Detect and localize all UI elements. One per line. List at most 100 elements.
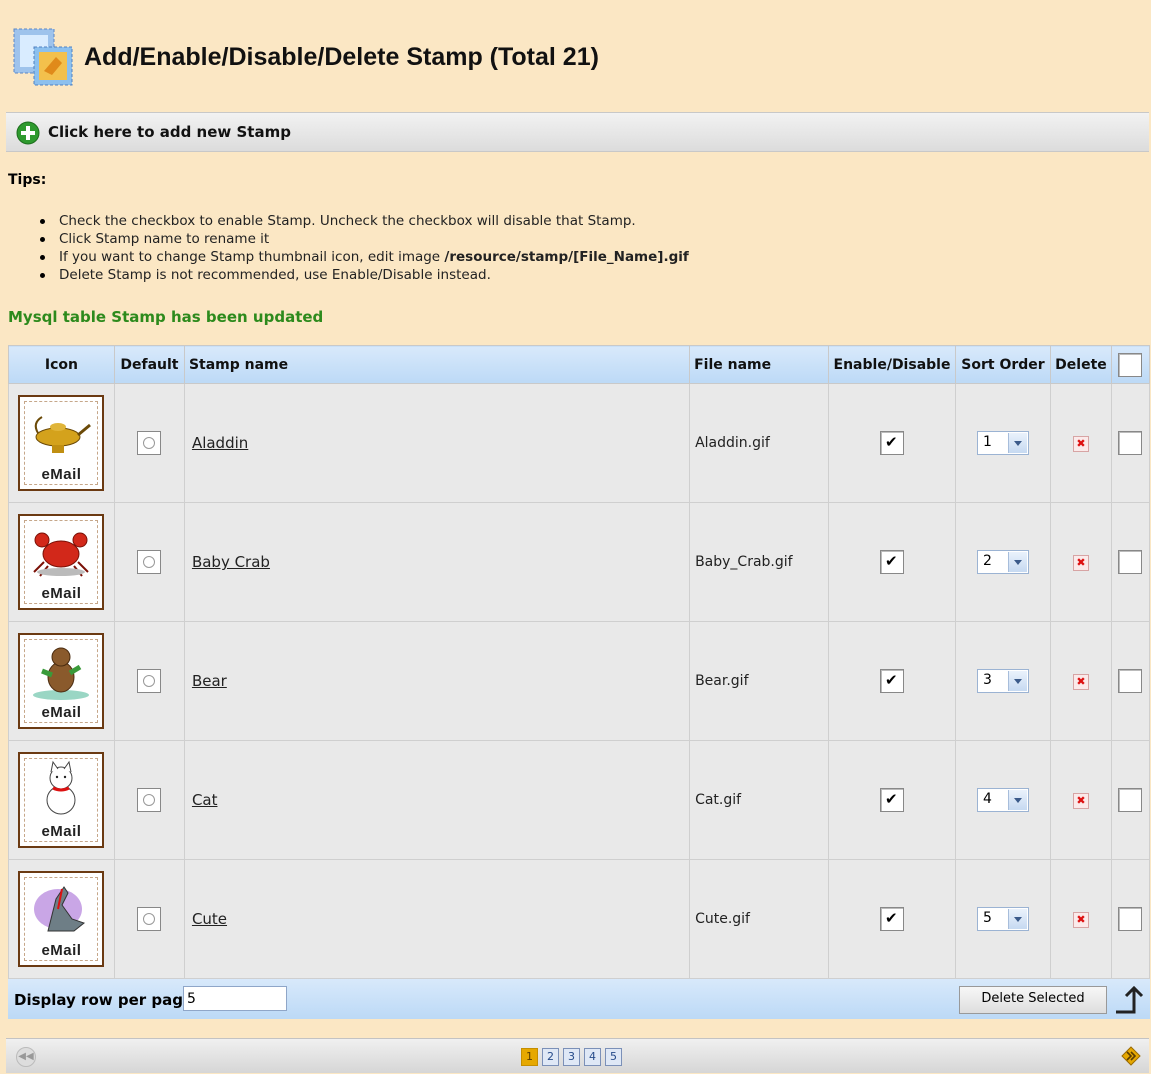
- rows-per-page-input[interactable]: [183, 986, 287, 1011]
- page-header: Add/Enable/Disable/Delete Stamp (Total 2…: [6, 5, 1151, 111]
- delete-cell: ✖: [1049, 383, 1112, 503]
- default-cell: [113, 621, 185, 741]
- row-select-checkbox[interactable]: [1118, 907, 1143, 931]
- tip-item: Check the checkbox to enable Stamp. Unch…: [34, 212, 689, 230]
- stamp-name-link[interactable]: Bear: [192, 672, 227, 690]
- file-name-cell: Baby_Crab.gif: [689, 502, 829, 622]
- default-radio[interactable]: [137, 431, 162, 455]
- col-header-default: Default: [113, 345, 185, 384]
- row-select-checkbox[interactable]: [1118, 431, 1143, 455]
- col-header-file-name: File name: [689, 345, 829, 384]
- enable-checkbox[interactable]: ✔: [879, 788, 904, 812]
- select-all-checkbox[interactable]: [1110, 345, 1151, 384]
- delete-icon[interactable]: ✖: [1072, 554, 1089, 571]
- enable-checkbox[interactable]: ✔: [879, 907, 904, 931]
- page-4-button[interactable]: 4: [584, 1048, 601, 1066]
- stamp-thumbnail: eMail: [18, 752, 105, 848]
- chevron-down-icon: [1007, 790, 1027, 810]
- first-page-icon[interactable]: ◀◀: [16, 1047, 36, 1067]
- checkbox[interactable]: [1118, 352, 1143, 377]
- stamp-icon-cell: eMail: [8, 383, 115, 503]
- enable-cell: ✔: [828, 502, 956, 622]
- status-message: Mysql table Stamp has been updated: [8, 308, 324, 326]
- row-select-checkbox[interactable]: [1118, 669, 1143, 693]
- stamp-name-link[interactable]: Baby Crab: [192, 553, 270, 571]
- sort-cell: 3: [954, 621, 1051, 741]
- last-page-icon[interactable]: [1121, 1046, 1141, 1066]
- default-radio[interactable]: [137, 907, 162, 931]
- table-row: eMail Bear Bear.gif ✔ 3 ✖: [8, 621, 1151, 741]
- stamp-thumbnail: eMail: [18, 871, 105, 967]
- table-row: eMail Baby Crab Baby_Crab.gif ✔ 2 ✖: [8, 502, 1151, 622]
- enable-checkbox[interactable]: ✔: [879, 550, 904, 574]
- sort-order-select[interactable]: 2: [976, 550, 1029, 574]
- stamp-name-cell: Cute: [183, 859, 691, 979]
- stamp-name-link[interactable]: Aladdin: [192, 434, 248, 452]
- default-cell: [113, 740, 185, 860]
- tip-item: If you want to change Stamp thumbnail ic…: [34, 248, 689, 266]
- delete-cell: ✖: [1049, 621, 1112, 741]
- bear-icon: [33, 647, 90, 700]
- table-header-row: Icon Default Stamp name File name Enable…: [8, 345, 1151, 384]
- file-name-cell: Aladdin.gif: [689, 383, 829, 503]
- default-radio[interactable]: [137, 550, 162, 574]
- sort-order-select[interactable]: 5: [976, 907, 1029, 931]
- delete-icon[interactable]: ✖: [1072, 435, 1089, 452]
- stamp-name-cell: Aladdin: [183, 383, 691, 503]
- stamp-icon-cell: eMail: [8, 621, 115, 741]
- tips-list: Check the checkbox to enable Stamp. Unch…: [34, 212, 689, 284]
- stamp-icon-cell: eMail: [8, 502, 115, 622]
- delete-selected-button[interactable]: Delete Selected: [959, 986, 1107, 1014]
- chevron-down-icon: [1007, 909, 1027, 929]
- col-header-enable: Enable/Disable: [828, 345, 956, 384]
- crab-icon: [33, 532, 90, 577]
- select-cell: [1110, 621, 1151, 741]
- row-select-checkbox[interactable]: [1118, 550, 1143, 574]
- delete-cell: ✖: [1049, 859, 1112, 979]
- plus-icon: [16, 121, 40, 145]
- tip-path: /resource/stamp/[File_Name].gif: [444, 249, 689, 265]
- tips-title: Tips:: [8, 172, 47, 188]
- delete-cell: ✖: [1049, 740, 1112, 860]
- enable-checkbox[interactable]: ✔: [879, 431, 904, 455]
- sort-order-select[interactable]: 4: [976, 788, 1029, 812]
- select-cell: [1110, 502, 1151, 622]
- default-cell: [113, 383, 185, 503]
- page-numbers: 12345: [521, 1048, 626, 1066]
- default-radio[interactable]: [137, 788, 162, 812]
- table-row: eMail Cat Cat.gif ✔ 4 ✖: [8, 740, 1151, 860]
- row-select-checkbox[interactable]: [1118, 788, 1143, 812]
- page-title: Add/Enable/Disable/Delete Stamp (Total 2…: [84, 43, 599, 71]
- stamp-name-link[interactable]: Cute: [192, 910, 227, 928]
- stamp-name-link[interactable]: Cat: [192, 791, 218, 809]
- stamp-name-cell: Cat: [183, 740, 691, 860]
- delete-icon[interactable]: ✖: [1072, 792, 1089, 809]
- page-5-button[interactable]: 5: [605, 1048, 622, 1066]
- enable-cell: ✔: [828, 859, 956, 979]
- default-cell: [113, 859, 185, 979]
- file-name-cell: Cat.gif: [689, 740, 829, 860]
- arrow-up-icon[interactable]: [1114, 984, 1146, 1016]
- table-row: eMail Cute Cute.gif ✔ 5 ✖: [8, 859, 1151, 979]
- enable-checkbox[interactable]: ✔: [879, 669, 904, 693]
- select-cell: [1110, 740, 1151, 860]
- sort-order-select[interactable]: 1: [976, 431, 1029, 455]
- stamp-name-cell: Baby Crab: [183, 502, 691, 622]
- table-footer: Display row per page Delete Selected: [8, 979, 1150, 1019]
- sort-cell: 2: [954, 502, 1051, 622]
- page-2-button[interactable]: 2: [542, 1048, 559, 1066]
- delete-icon[interactable]: ✖: [1072, 911, 1089, 928]
- default-radio[interactable]: [137, 669, 162, 693]
- stamp-table: Icon Default Stamp name File name Enable…: [8, 345, 1151, 979]
- tip-item: Click Stamp name to rename it: [34, 230, 689, 248]
- delete-icon[interactable]: ✖: [1072, 673, 1089, 690]
- page-1-button[interactable]: 1: [521, 1048, 538, 1066]
- delete-cell: ✖: [1049, 502, 1112, 622]
- sort-cell: 5: [954, 859, 1051, 979]
- rows-per-page-label: Display row per page: [14, 991, 194, 1009]
- add-stamp-button[interactable]: Click here to add new Stamp: [6, 112, 1149, 152]
- sort-order-select[interactable]: 3: [976, 669, 1029, 693]
- enable-cell: ✔: [828, 383, 956, 503]
- sort-cell: 4: [954, 740, 1051, 860]
- page-3-button[interactable]: 3: [563, 1048, 580, 1066]
